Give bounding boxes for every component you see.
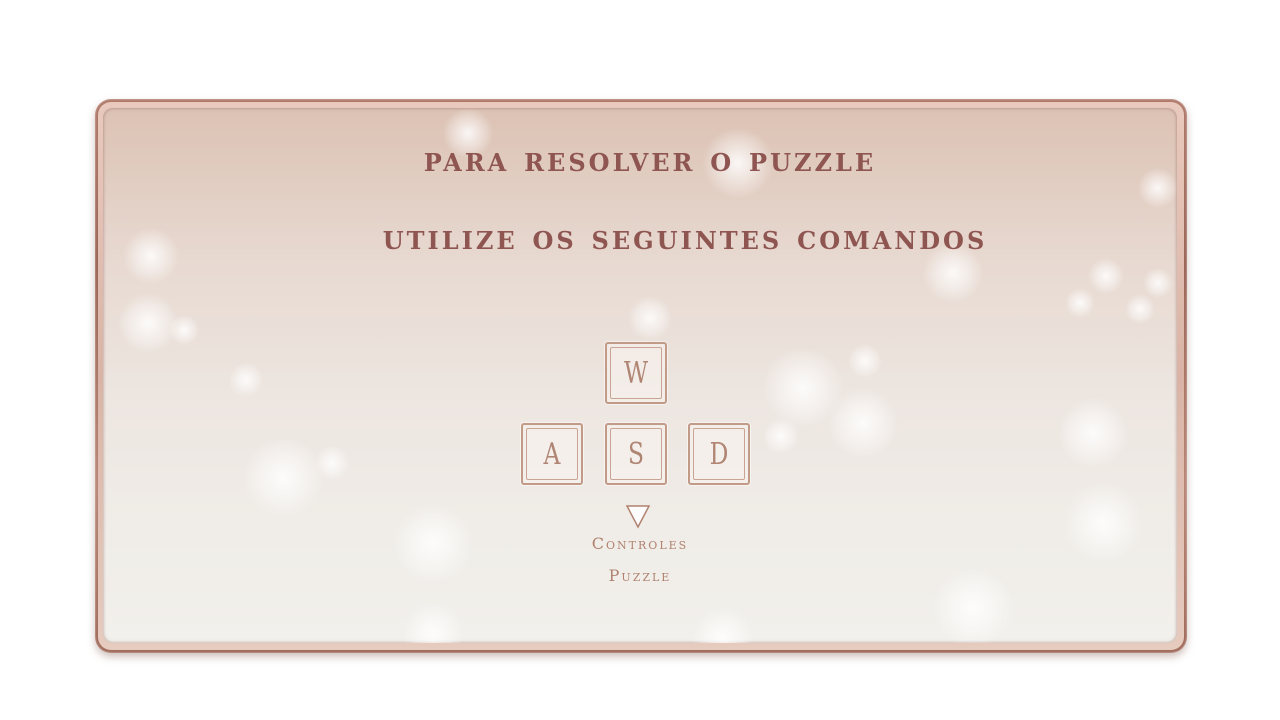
key-s: S: [605, 423, 667, 485]
key-s-label: S: [627, 436, 645, 472]
key-w-label: W: [623, 355, 649, 391]
controls-caption: Controles: [591, 534, 689, 553]
puzzle-caption: Puzzle: [608, 566, 672, 585]
bokeh-light: [1058, 398, 1128, 468]
game-screen: PARA RESOLVER O PUZZLE UTILIZE OS SEGUIN…: [0, 0, 1280, 720]
bokeh-light: [828, 388, 898, 458]
key-d-label: D: [709, 436, 729, 472]
bokeh-light: [118, 293, 178, 353]
bokeh-light: [628, 296, 672, 340]
bokeh-light: [763, 348, 843, 428]
key-a-label: A: [543, 436, 561, 472]
key-a: A: [521, 423, 583, 485]
bokeh-light: [1065, 288, 1095, 318]
bokeh-light: [169, 315, 199, 345]
bokeh-light: [1143, 268, 1173, 298]
instruction-title: PARA RESOLVER O PUZZLE: [423, 140, 877, 180]
instruction-subtitle: UTILIZE OS SEGUINTES COMANDOS: [382, 218, 988, 258]
bokeh-light: [763, 418, 799, 454]
bokeh-light: [229, 363, 263, 397]
bokeh-light: [243, 438, 323, 518]
key-w: W: [605, 342, 667, 404]
bokeh-light: [693, 608, 753, 643]
bokeh-light: [1088, 258, 1124, 294]
bokeh-light: [848, 344, 882, 378]
bokeh-light: [403, 603, 463, 643]
key-d: D: [688, 423, 750, 485]
bokeh-light: [315, 446, 349, 480]
bokeh-light: [1125, 294, 1155, 324]
